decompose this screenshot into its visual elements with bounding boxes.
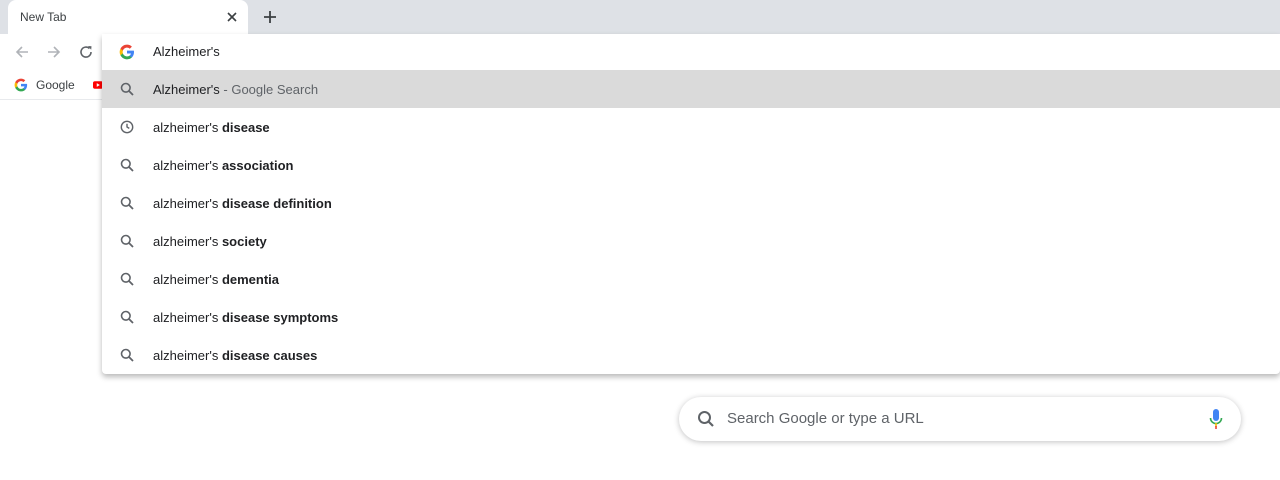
suggestion-bold-text: dementia bbox=[221, 272, 280, 287]
omnibox-input[interactable] bbox=[153, 44, 1053, 59]
tab-title: New Tab bbox=[20, 10, 67, 24]
search-icon bbox=[119, 271, 135, 287]
forward-button[interactable] bbox=[44, 42, 64, 62]
search-icon bbox=[698, 411, 714, 427]
suggestion-separator: - bbox=[219, 82, 232, 97]
ntp-search-placeholder: Search Google or type a URL bbox=[727, 410, 924, 427]
omnibox-suggestion[interactable]: alzheimer's disease bbox=[102, 108, 1280, 146]
suggestion-text: Alzheimer's - Google Search bbox=[153, 82, 318, 97]
omnibox-suggestion[interactable]: alzheimer's society bbox=[102, 222, 1280, 260]
suggestion-plain-text: Alzheimer's bbox=[153, 82, 220, 97]
omnibox-suggestion[interactable]: alzheimer's association bbox=[102, 146, 1280, 184]
suggestion-plain-text: alzheimer's bbox=[153, 272, 222, 287]
suggestion-plain-text: alzheimer's bbox=[153, 310, 222, 325]
suggestion-text: alzheimer's society bbox=[153, 234, 267, 249]
suggestion-text: alzheimer's disease symptoms bbox=[153, 310, 338, 325]
reload-icon bbox=[80, 46, 92, 58]
suggestion-bold-text: disease symptoms bbox=[221, 310, 339, 325]
suggestion-bold-text: disease definition bbox=[221, 196, 332, 211]
tab-strip: New Tab bbox=[0, 0, 1280, 34]
google-logo-icon bbox=[119, 44, 134, 60]
suggestion-text: alzheimer's association bbox=[153, 158, 293, 173]
suggestion-bold-text: association bbox=[221, 158, 294, 173]
search-icon bbox=[119, 157, 135, 173]
google-logo-icon bbox=[14, 78, 28, 92]
omnibox-suggestion[interactable]: alzheimer's disease symptoms bbox=[102, 298, 1280, 336]
close-icon[interactable] bbox=[224, 9, 240, 25]
omnibox-suggestion[interactable]: Alzheimer's - Google Search bbox=[102, 70, 1280, 108]
omnibox-suggestion[interactable]: alzheimer's dementia bbox=[102, 260, 1280, 298]
history-icon bbox=[119, 119, 135, 135]
search-icon bbox=[119, 347, 135, 363]
suggestion-plain-text: alzheimer's bbox=[153, 234, 222, 249]
suggestion-bold-text: disease bbox=[221, 120, 270, 135]
suggestion-plain-text: alzheimer's bbox=[153, 120, 222, 135]
microphone-icon[interactable] bbox=[1209, 409, 1223, 429]
suggestion-text: alzheimer's dementia bbox=[153, 272, 279, 287]
omnibox-suggestion[interactable]: alzheimer's disease definition bbox=[102, 184, 1280, 222]
omnibox-dropdown: Alzheimer's - Google Search alzheimer's d… bbox=[102, 34, 1280, 374]
suggestion-text: alzheimer's disease causes bbox=[153, 348, 317, 363]
arrow-right-icon bbox=[48, 46, 61, 58]
search-icon bbox=[119, 81, 135, 97]
search-icon bbox=[119, 233, 135, 249]
bookmark-label: Google bbox=[36, 78, 75, 92]
plus-icon bbox=[264, 11, 276, 23]
back-button[interactable] bbox=[12, 42, 32, 62]
omnibox-input-row bbox=[102, 34, 1280, 70]
ntp-search-box[interactable]: Search Google or type a URL bbox=[679, 397, 1241, 441]
arrow-left-icon bbox=[15, 46, 28, 58]
suggestion-description: Google Search bbox=[231, 82, 319, 97]
suggestion-text: alzheimer's disease bbox=[153, 120, 270, 135]
suggestion-text: alzheimer's disease definition bbox=[153, 196, 332, 211]
suggestion-plain-text: alzheimer's bbox=[153, 348, 222, 363]
search-icon bbox=[119, 309, 135, 325]
suggestion-plain-text: alzheimer's bbox=[153, 158, 222, 173]
tab-new-tab[interactable]: New Tab bbox=[8, 0, 248, 34]
search-icon bbox=[119, 195, 135, 211]
omnibox-suggestion[interactable]: alzheimer's disease causes bbox=[102, 336, 1280, 374]
suggestion-bold-text: disease causes bbox=[221, 348, 318, 363]
bookmark-google[interactable]: Google bbox=[14, 76, 75, 94]
suggestion-bold-text: society bbox=[221, 234, 267, 249]
reload-button[interactable] bbox=[76, 42, 96, 62]
suggestion-plain-text: alzheimer's bbox=[153, 196, 222, 211]
new-tab-button[interactable] bbox=[258, 6, 282, 28]
